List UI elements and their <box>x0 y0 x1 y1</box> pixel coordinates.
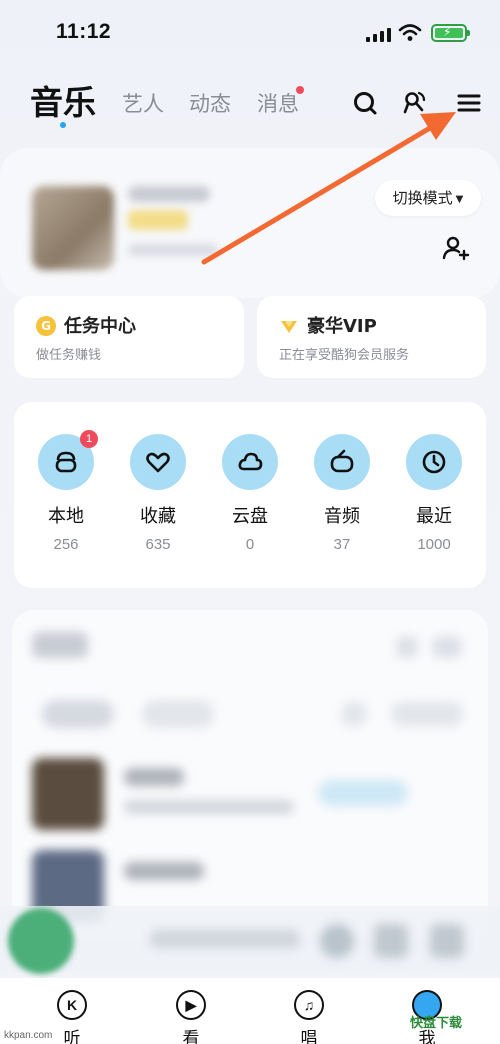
profile-info-blurred <box>128 244 218 256</box>
nav-watch[interactable]: ▶ 看 <box>161 990 221 1044</box>
sing-mic-icon: ♫ <box>294 990 324 1020</box>
quick-item-count: 37 <box>333 536 351 553</box>
active-tab-indicator <box>60 122 66 128</box>
quick-item-label: 云盘 <box>232 506 268 527</box>
battery-icon: ⚡ <box>431 24 470 42</box>
nav-sing[interactable]: ♫ 唱 <box>279 990 339 1044</box>
quick-item-label: 本地 <box>48 506 84 527</box>
quick-item-cloud[interactable]: 云盘 0 <box>215 434 285 553</box>
vip-subtitle: 正在享受酷狗会员服务 <box>279 348 410 363</box>
favorite-heart-icon <box>146 452 170 473</box>
quick-item-label: 音频 <box>324 506 360 527</box>
quick-item-label: 收藏 <box>140 506 176 527</box>
quick-item-count: 0 <box>245 536 255 553</box>
watermark-left: kkpan.com <box>4 1030 53 1041</box>
mode-switch-label: 切换模式 <box>392 189 453 207</box>
cloud-drive-icon <box>238 452 263 471</box>
signal-icon <box>366 26 391 42</box>
menu-icon[interactable] <box>456 90 482 116</box>
tab-artist[interactable]: 艺人 <box>122 88 164 118</box>
status-time: 11:12 <box>56 20 112 43</box>
nav-label: 唱 <box>300 1029 318 1044</box>
bottom-nav: K 听 ▶ 看 ♫ 唱 我 <box>0 978 500 1044</box>
task-center-subtitle: 做任务赚钱 <box>36 348 102 363</box>
status-bar: 11:12 ⚡ <box>0 0 500 66</box>
mini-player-bar[interactable] <box>0 906 500 972</box>
vip-badge-blurred <box>128 210 188 230</box>
radio-audio-icon <box>330 449 354 473</box>
tab-music[interactable]: 音乐 <box>30 76 96 124</box>
quick-item-count: 635 <box>145 536 171 553</box>
mode-switch-button[interactable]: 切换模式 ▼ <box>375 180 481 216</box>
listen-k-icon: K <box>57 990 87 1020</box>
wifi-icon <box>398 24 422 41</box>
quick-item-count: 1000 <box>417 536 451 553</box>
search-icon[interactable] <box>352 90 378 116</box>
local-music-icon <box>55 451 77 473</box>
notification-badge: 1 <box>80 430 98 448</box>
watch-play-icon: ▶ <box>176 990 206 1020</box>
task-center-title: 任务中心 <box>64 316 136 337</box>
vip-title: 豪华VIP <box>307 316 377 337</box>
add-user-icon[interactable] <box>442 234 470 262</box>
tab-feed[interactable]: 动态 <box>189 88 231 118</box>
quick-access-panel: 1 本地 256 收藏 635 云盘 0 音频 37 最近 1000 <box>14 402 486 588</box>
now-playing-disc[interactable] <box>8 908 74 974</box>
quick-item-favorites[interactable]: 收藏 635 <box>123 434 193 553</box>
voice-mic-icon[interactable] <box>402 90 428 116</box>
recommendation-section-blurred[interactable] <box>12 610 488 940</box>
top-tabs: 音乐 艺人 动态 消息 <box>30 76 481 128</box>
message-unread-dot <box>296 86 304 94</box>
caret-down-icon: ▼ <box>455 194 464 205</box>
nav-label: 看 <box>182 1029 200 1044</box>
vip-diamond-icon <box>281 321 297 333</box>
coin-icon: G <box>36 316 56 336</box>
username-blurred <box>128 186 210 202</box>
recent-clock-icon <box>422 450 446 474</box>
quick-item-count: 256 <box>53 536 79 553</box>
watermark-right: 快盘下载 <box>410 1016 463 1031</box>
quick-item-recent[interactable]: 最近 1000 <box>399 434 469 553</box>
quick-item-local[interactable]: 1 本地 256 <box>31 430 101 553</box>
task-center-card[interactable]: G 任务中心 做任务赚钱 <box>14 296 244 378</box>
avatar[interactable] <box>32 186 114 270</box>
vip-card[interactable]: 豪华VIP 正在享受酷狗会员服务 <box>257 296 486 378</box>
quick-item-label: 最近 <box>416 506 452 527</box>
tab-messages[interactable]: 消息 <box>257 88 299 118</box>
quick-item-audio[interactable]: 音频 37 <box>307 434 377 553</box>
